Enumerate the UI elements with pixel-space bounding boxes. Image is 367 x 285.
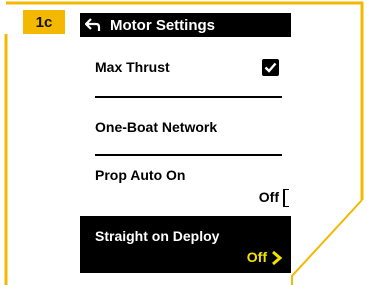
max-thrust-checkbox[interactable] [262,59,279,76]
straight-on-deploy-value: Off [246,249,267,265]
back-arrow-icon[interactable] [80,13,106,37]
screen-title: Motor Settings [110,16,215,34]
selector-bracket [283,189,289,207]
divider [95,154,282,156]
chevron-right-icon[interactable] [271,250,283,271]
motor-settings-screen: Motor Settings Max Thrust One-Boat Netwo… [80,13,291,273]
prop-auto-on-value: Off [258,189,279,205]
setting-row-straight-on-deploy[interactable]: Straight on Deploy Off [80,216,291,273]
setting-row-prop-auto-on[interactable]: Prop Auto On Off [80,167,291,212]
setting-label: One-Boat Network [95,119,218,135]
setting-label: Max Thrust [95,59,170,75]
step-badge: 1c [23,10,65,34]
title-bar: Motor Settings [80,13,291,37]
setting-label: Prop Auto On [95,167,186,183]
divider [95,96,282,98]
setting-row-max-thrust[interactable]: Max Thrust [80,59,291,81]
setting-row-one-boat-network[interactable]: One-Boat Network [80,119,291,141]
setting-label: Straight on Deploy [95,228,220,244]
